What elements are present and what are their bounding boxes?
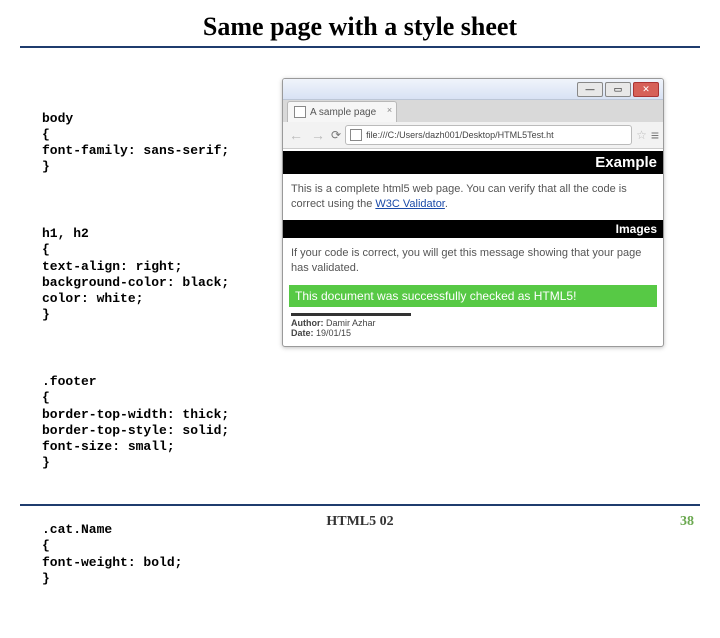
footer-author-line: Author: Damir Azhar — [291, 318, 411, 328]
close-button[interactable]: ✕ — [633, 82, 659, 97]
footer-date-line: Date: 19/01/15 — [291, 328, 411, 338]
window-titlebar: — ▭ ✕ — [283, 79, 663, 100]
minimize-button[interactable]: — — [577, 82, 603, 97]
browser-tab[interactable]: A sample page × — [287, 101, 397, 122]
page-footer: Author: Damir Azhar Date: 19/01/15 — [291, 313, 411, 338]
code-block-footer: .footer { border-top-width: thick; borde… — [42, 374, 282, 472]
url-field[interactable]: file:///C:/Users/dazh001/Desktop/HTML5Te… — [345, 125, 632, 145]
code-block-catname: .cat.Name { font-weight: bold; } — [42, 522, 282, 587]
page-paragraph-1: This is a complete html5 web page. You c… — [283, 176, 663, 218]
forward-icon[interactable]: → — [309, 127, 327, 143]
slide-title: Same page with a style sheet — [0, 0, 720, 46]
slide-footer-text: HTML5 02 — [0, 514, 720, 530]
para1-text-a: This is a complete html5 web page. You c… — [291, 183, 627, 210]
url-text: file:///C:/Users/dazh001/Desktop/HTML5Te… — [366, 130, 554, 140]
code-block-h1h2: h1, h2 { text-align: right; background-c… — [42, 226, 282, 324]
browser-screenshot-column: — ▭ ✕ A sample page × ← → ⟳ — [282, 78, 700, 638]
tab-title: A sample page — [310, 107, 376, 118]
footer-rule — [20, 504, 700, 506]
para1-text-b: . — [445, 198, 448, 210]
footer-date-label: Date: — [291, 328, 314, 338]
footer-date-value: 19/01/15 — [316, 328, 351, 338]
back-icon[interactable]: ← — [287, 127, 305, 143]
browser-window: — ▭ ✕ A sample page × ← → ⟳ — [282, 78, 664, 347]
rendered-page: Example This is a complete html5 web pag… — [283, 151, 663, 338]
footer-author-label: Author: — [291, 318, 324, 328]
menu-icon[interactable]: ≡ — [651, 127, 659, 143]
maximize-button[interactable]: ▭ — [605, 82, 631, 97]
footer-author-value: Damir Azhar — [326, 318, 376, 328]
validator-success-banner: This document was successfully checked a… — [289, 285, 657, 307]
tab-bar: A sample page × — [283, 100, 663, 122]
file-icon — [350, 129, 362, 141]
page-h1: Example — [283, 151, 663, 174]
slide-number: 38 — [680, 514, 694, 530]
css-code-column: body { font-family: sans-serif; } h1, h2… — [42, 78, 282, 638]
code-block-body: body { font-family: sans-serif; } — [42, 111, 282, 176]
w3c-validator-link[interactable]: W3C Validator — [375, 198, 445, 210]
slide: Same page with a style sheet body { font… — [0, 0, 720, 540]
page-h2: Images — [283, 220, 663, 238]
page-icon — [294, 106, 306, 118]
address-bar: ← → ⟳ file:///C:/Users/dazh001/Desktop/H… — [283, 122, 663, 149]
reload-icon[interactable]: ⟳ — [331, 128, 341, 142]
tab-close-icon[interactable]: × — [387, 105, 392, 115]
page-paragraph-2: If your code is correct, you will get th… — [283, 240, 663, 282]
content-row: body { font-family: sans-serif; } h1, h2… — [0, 48, 720, 638]
bookmark-star-icon[interactable]: ☆ — [636, 128, 647, 142]
